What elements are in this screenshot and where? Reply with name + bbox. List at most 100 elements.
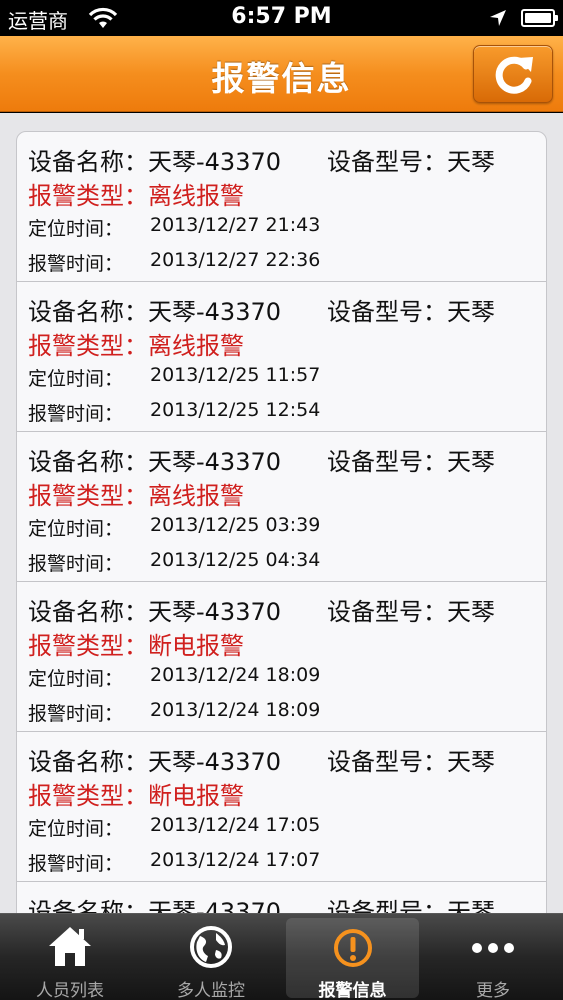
status-bar: 运营商 6:57 PM	[0, 0, 563, 36]
locate-time-value: 2013/12/24 18:09	[150, 664, 321, 686]
device-name-row: 设备名称：天琴-43370	[28, 442, 281, 477]
locate-time-value: 2013/12/24 17:05	[150, 814, 321, 836]
locate-time-row: 定位时间： 2013/12/27 21:43	[28, 214, 320, 241]
tab-bar: 人员列表 多人监控 报警信息 更多	[0, 913, 563, 1000]
status-time: 6:57 PM	[231, 4, 332, 29]
locate-time-label: 定位时间：	[28, 518, 124, 540]
device-model-value: 天琴	[447, 898, 495, 913]
device-model-value: 天琴	[447, 448, 495, 476]
alarm-list-item[interactable]: 设备名称：天琴-43370 设备型号：天琴报警类型：离线报警定位时间： 2013/1…	[17, 282, 546, 432]
alarm-time-row: 报警时间： 2013/12/24 17:07	[28, 849, 320, 876]
alarm-type-label: 报警类型：	[28, 482, 148, 510]
device-model-value: 天琴	[447, 598, 495, 626]
locate-time-label: 定位时间：	[28, 818, 124, 840]
alarm-time-row: 报警时间： 2013/12/25 12:54	[28, 399, 320, 426]
alarm-type-row: 报警类型：断电报警	[28, 776, 244, 811]
device-model-label: 设备型号：	[327, 898, 447, 913]
device-name-label: 设备名称：	[28, 598, 148, 626]
more-icon	[472, 943, 514, 953]
device-model-row: 设备型号：天琴	[327, 892, 495, 913]
alarm-type-value: 离线报警	[148, 482, 244, 510]
device-name-value: 天琴-43370	[148, 148, 282, 176]
locate-time-row: 定位时间： 2013/12/24 18:09	[28, 664, 320, 691]
device-name-label: 设备名称：	[28, 748, 148, 776]
home-icon	[49, 927, 91, 966]
locate-time-row: 定位时间： 2013/12/24 17:05	[28, 814, 320, 841]
device-name-value: 天琴-43370	[148, 748, 282, 776]
tab-label: 报警信息	[318, 981, 387, 1000]
tab-label: 多人监控	[177, 981, 245, 1000]
nav-bar: 报警信息	[0, 36, 563, 112]
device-model-row: 设备型号：天琴	[327, 442, 495, 477]
device-model-value: 天琴	[447, 298, 495, 326]
alarm-type-row: 报警类型：离线报警	[28, 176, 244, 211]
device-name-row: 设备名称：天琴-43370	[28, 892, 281, 913]
locate-time-label: 定位时间：	[28, 668, 124, 690]
locate-time-label: 定位时间：	[28, 218, 124, 240]
device-name-value: 天琴-43370	[148, 448, 282, 476]
device-name-label: 设备名称：	[28, 298, 148, 326]
alarm-list-item[interactable]: 设备名称：天琴-43370 设备型号：天琴报警类型：离线报警定位时间： 2013/1…	[17, 432, 546, 582]
tab-label: 更多	[476, 981, 510, 1000]
alarm-time-value: 2013/12/27 22:36	[150, 249, 321, 271]
alert-icon	[334, 929, 372, 967]
locate-time-row: 定位时间： 2013/12/25 03:39	[28, 514, 320, 541]
tab-multi-monitor[interactable]: 多人监控	[141, 914, 281, 1000]
device-name-value: 天琴-43370	[148, 898, 282, 913]
alarm-type-label: 报警类型：	[28, 782, 148, 810]
alarm-list-item[interactable]: 设备名称：天琴-43370 设备型号：天琴报警类型：断电报警定位时间： 2013/1…	[17, 732, 546, 882]
device-model-label: 设备型号：	[327, 748, 447, 776]
alarm-type-row: 报警类型：断电报警	[28, 626, 244, 661]
device-name-value: 天琴-43370	[148, 298, 282, 326]
alarm-type-row: 报警类型：离线报警	[28, 326, 244, 361]
locate-time-label: 定位时间：	[28, 368, 124, 390]
alarm-time-label: 报警时间：	[28, 253, 124, 275]
alarm-type-value: 离线报警	[148, 332, 244, 360]
alarm-time-label: 报警时间：	[28, 553, 124, 575]
alarm-list-scroll[interactable]: 设备名称：天琴-43370 设备型号：天琴 报警类型：离线报警 定位时间： 2013/1…	[0, 113, 563, 913]
alarm-time-value: 2013/12/25 04:34	[150, 549, 321, 571]
tab-more[interactable]: 更多	[423, 914, 563, 1000]
globe-icon	[190, 926, 232, 968]
device-name-label: 设备名称：	[28, 148, 148, 176]
alarm-time-label: 报警时间：	[28, 853, 124, 875]
refresh-icon	[495, 56, 533, 94]
alarm-time-value: 2013/12/24 17:07	[150, 849, 321, 871]
locate-time-value: 2013/12/25 03:39	[150, 514, 321, 536]
alarm-list-item[interactable]: 设备名称：天琴-43370 设备型号：天琴报警类型：离线报警定位时间： 2013/1…	[17, 132, 546, 282]
device-model-row: 设备型号：天琴	[327, 742, 495, 777]
alarm-time-value: 2013/12/24 18:09	[150, 699, 321, 721]
alarm-type-label: 报警类型：	[28, 182, 148, 210]
alarm-time-label: 报警时间：	[28, 403, 124, 425]
tab-label: 人员列表	[36, 981, 104, 1000]
device-model-row: 设备型号：天琴	[327, 292, 495, 327]
alarm-type-label: 报警类型：	[28, 632, 148, 660]
device-model-label: 设备型号：	[327, 448, 447, 476]
alarm-list-item[interactable]: 设备名称：天琴-43370 设备型号：天琴	[17, 882, 546, 913]
refresh-button[interactable]	[473, 45, 553, 103]
alarm-type-row: 报警类型：离线报警	[28, 476, 244, 511]
device-name-row: 设备名称：天琴-43370	[28, 292, 281, 327]
alarm-type-value: 离线报警	[148, 182, 244, 210]
tab-alarm-info[interactable]: 报警信息	[286, 918, 419, 1000]
battery-icon	[521, 9, 558, 27]
device-model-row: 设备型号：天琴	[327, 142, 495, 177]
tab-people-list[interactable]: 人员列表	[0, 914, 140, 1000]
device-name-row: 设备名称：天琴-43370	[28, 592, 281, 627]
device-model-value: 天琴	[447, 748, 495, 776]
device-model-value: 天琴	[447, 148, 495, 176]
locate-time-value: 2013/12/27 21:43	[150, 214, 321, 236]
alarm-list: 设备名称：天琴-43370 设备型号：天琴 报警类型：离线报警 定位时间： 2013/1…	[16, 131, 547, 913]
alarm-time-value: 2013/12/25 12:54	[150, 399, 321, 421]
alarm-type-label: 报警类型：	[28, 332, 148, 360]
alarm-time-row: 报警时间： 2013/12/27 22:36	[28, 249, 320, 276]
device-name-value: 天琴-43370	[148, 598, 282, 626]
device-model-label: 设备型号：	[327, 298, 447, 326]
device-model-row: 设备型号：天琴	[327, 592, 495, 627]
alarm-time-row: 报警时间： 2013/12/24 18:09	[28, 699, 320, 726]
device-model-label: 设备型号：	[327, 598, 447, 626]
device-name-label: 设备名称：	[28, 898, 148, 913]
device-name-label: 设备名称：	[28, 448, 148, 476]
device-model-label: 设备型号：	[327, 148, 447, 176]
alarm-list-item[interactable]: 设备名称：天琴-43370 设备型号：天琴报警类型：断电报警定位时间： 2013/1…	[17, 582, 546, 732]
